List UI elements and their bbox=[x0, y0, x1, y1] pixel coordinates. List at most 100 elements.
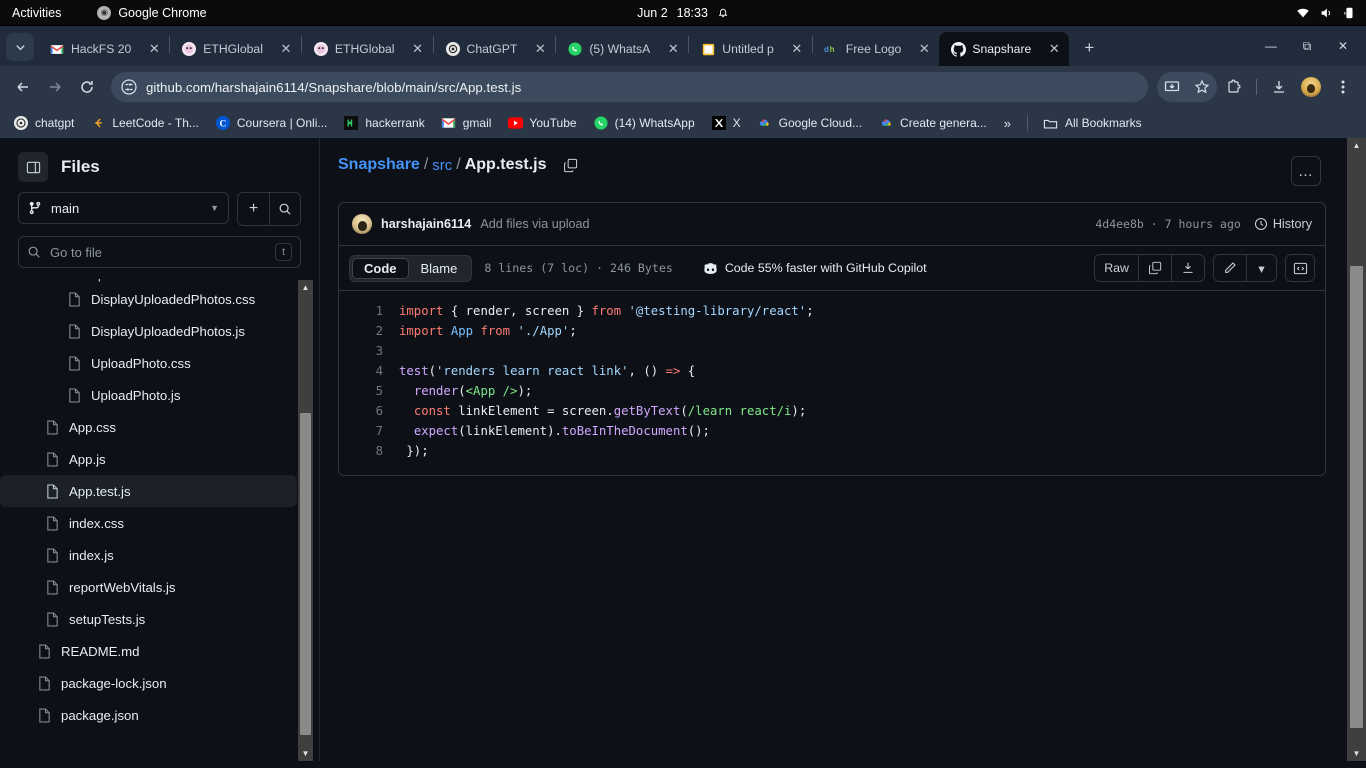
download-icon[interactable] bbox=[1171, 255, 1204, 281]
tab-title: Untitled p bbox=[722, 42, 774, 56]
raw-button[interactable]: Raw bbox=[1095, 255, 1138, 281]
avatar[interactable] bbox=[352, 214, 372, 234]
copy-icon[interactable] bbox=[563, 158, 578, 173]
tree-row[interactable]: App.css bbox=[0, 411, 319, 443]
tab-close-icon[interactable]: ✕ bbox=[915, 40, 933, 58]
sidebar-scrollbar[interactable]: ▲ ▼ bbox=[298, 280, 313, 761]
window-maximize-button[interactable]: ⧉ bbox=[1290, 33, 1324, 59]
sidebar-scrollbar-thumb[interactable] bbox=[300, 413, 311, 735]
activities-button[interactable]: Activities bbox=[12, 6, 61, 20]
bookmark-google-cloud[interactable]: Google Cloud... bbox=[750, 112, 869, 134]
tree-row[interactable]: package.json bbox=[0, 699, 319, 731]
tab-search-button[interactable] bbox=[6, 33, 34, 61]
bookmark-whatsapp[interactable]: (14) WhatsApp bbox=[586, 112, 702, 134]
tab-code[interactable]: Code bbox=[352, 257, 409, 279]
browser-tab-6[interactable]: dh Free Logo ✕ bbox=[813, 32, 940, 66]
scroll-up-arrow-icon[interactable]: ▲ bbox=[1347, 138, 1366, 153]
reload-icon[interactable] bbox=[72, 72, 102, 102]
scroll-up-arrow-icon[interactable]: ▲ bbox=[298, 280, 313, 295]
tree-row[interactable]: App.js bbox=[0, 443, 319, 475]
line-number: 1 bbox=[375, 304, 383, 318]
window-close-button[interactable]: ✕ bbox=[1326, 33, 1360, 59]
tree-row-label: package-lock.json bbox=[61, 675, 167, 691]
page-scrollbar-thumb[interactable] bbox=[1350, 266, 1363, 728]
bookmark-gmail[interactable]: gmail bbox=[434, 112, 499, 134]
tree-row[interactable]: DisplayUploadedPhotos.css bbox=[0, 283, 319, 315]
tree-row[interactable]: DisplayUploadedPhotos.js bbox=[0, 315, 319, 347]
tab-close-icon[interactable]: ✕ bbox=[409, 40, 427, 58]
tree-row[interactable]: reportWebVitals.js bbox=[0, 571, 319, 603]
downloads-icon[interactable] bbox=[1264, 72, 1294, 102]
browser-tab-0[interactable]: HackFS 20 ✕ bbox=[38, 32, 169, 66]
new-tab-button[interactable]: + bbox=[1076, 35, 1102, 61]
tab-close-icon[interactable]: ✕ bbox=[664, 40, 682, 58]
address-bar[interactable]: github.com/harshajain6114/Snapshare/blob… bbox=[111, 72, 1148, 102]
tree-row[interactable]: README.md bbox=[0, 635, 319, 667]
tab-close-icon[interactable]: ✕ bbox=[531, 40, 549, 58]
extensions-icon[interactable] bbox=[1219, 72, 1249, 102]
bookmark-hackerrank[interactable]: hackerrank bbox=[336, 112, 431, 134]
page-scrollbar[interactable]: ▲ ▼ bbox=[1347, 138, 1366, 761]
os-clock[interactable]: Jun 2 18:33 bbox=[637, 6, 729, 20]
history-button[interactable]: History bbox=[1254, 217, 1312, 231]
breadcrumb-dir[interactable]: src bbox=[432, 157, 452, 174]
bookmark-create-generative[interactable]: Create genera... bbox=[871, 112, 994, 134]
bookmark-label: Coursera | Onli... bbox=[236, 116, 328, 130]
search-icon[interactable] bbox=[269, 193, 300, 225]
browser-tab-5[interactable]: Untitled p ✕ bbox=[689, 32, 812, 66]
code-content[interactable]: 1 import { render, screen } from '@testin… bbox=[339, 291, 1325, 475]
tree-row[interactable]: setupTests.js bbox=[0, 603, 319, 635]
tab-close-icon[interactable]: ✕ bbox=[1045, 40, 1063, 58]
bookmark-youtube[interactable]: YouTube bbox=[500, 112, 583, 134]
all-bookmarks-button[interactable]: All Bookmarks bbox=[1036, 112, 1149, 134]
tree-row[interactable]: index.css bbox=[0, 507, 319, 539]
bookmark-chatgpt[interactable]: chatgpt bbox=[6, 112, 81, 134]
more-options-button[interactable]: … bbox=[1291, 156, 1321, 186]
window-minimize-button[interactable]: — bbox=[1254, 33, 1288, 59]
copy-raw-icon[interactable] bbox=[1138, 255, 1171, 281]
tree-row-selected[interactable]: App.test.js bbox=[0, 475, 297, 507]
file-icon bbox=[66, 387, 82, 403]
tab-blame[interactable]: Blame bbox=[409, 258, 470, 279]
commit-author[interactable]: harshajain6114 bbox=[381, 217, 471, 231]
os-status-icons[interactable] bbox=[1296, 6, 1356, 20]
browser-tab-3[interactable]: ChatGPT ✕ bbox=[434, 32, 556, 66]
scroll-down-arrow-icon[interactable]: ▼ bbox=[1347, 746, 1366, 761]
active-app-indicator[interactable]: ◉ Google Chrome bbox=[97, 5, 207, 20]
browser-tab-2[interactable]: ETHGlobal ✕ bbox=[302, 32, 433, 66]
commit-sha-and-time[interactable]: 4d4ee8b · 7 hours ago bbox=[1095, 217, 1240, 231]
pencil-icon[interactable] bbox=[1214, 255, 1246, 281]
site-settings-icon[interactable] bbox=[121, 79, 137, 95]
edit-caret-icon[interactable]: ▾ bbox=[1246, 255, 1276, 281]
install-icon[interactable] bbox=[1157, 72, 1187, 102]
scroll-down-arrow-icon[interactable]: ▼ bbox=[298, 746, 313, 761]
breadcrumb-repo[interactable]: Snapshare bbox=[338, 156, 420, 174]
commit-message[interactable]: Add files via upload bbox=[480, 217, 589, 231]
tree-row[interactable]: package-lock.json bbox=[0, 667, 319, 699]
gmail-icon bbox=[49, 41, 65, 57]
tree-row[interactable]: UploadPhoto.js bbox=[0, 379, 319, 411]
sidebar-toggle-icon[interactable] bbox=[18, 152, 48, 182]
add-file-button[interactable]: + bbox=[238, 193, 269, 225]
bookmark-coursera[interactable]: C Coursera | Onli... bbox=[208, 112, 334, 134]
tab-close-icon[interactable]: ✕ bbox=[145, 40, 163, 58]
copilot-promo[interactable]: Code 55% faster with GitHub Copilot bbox=[703, 261, 927, 276]
tab-close-icon[interactable]: ✕ bbox=[277, 40, 295, 58]
go-to-file-input[interactable]: Go to file t bbox=[18, 236, 301, 268]
tree-row[interactable]: index.js bbox=[0, 539, 319, 571]
forward-icon[interactable] bbox=[40, 72, 70, 102]
browser-tab-7-active[interactable]: Snapshare ✕ bbox=[939, 32, 1070, 66]
browser-tab-1[interactable]: ETHGlobal ✕ bbox=[170, 32, 301, 66]
tab-close-icon[interactable]: ✕ bbox=[788, 40, 806, 58]
bookmarks-overflow-button[interactable]: » bbox=[996, 113, 1019, 134]
tree-row[interactable]: UploadPhoto.css bbox=[0, 347, 319, 379]
browser-tab-4[interactable]: (5) WhatsA ✕ bbox=[556, 32, 688, 66]
profile-avatar[interactable] bbox=[1296, 72, 1326, 102]
branch-selector[interactable]: main ▼ bbox=[18, 192, 229, 224]
bookmark-leetcode[interactable]: LeetCode - Th... bbox=[83, 112, 206, 134]
bookmark-star-icon[interactable] bbox=[1187, 72, 1217, 102]
code-brackets-icon[interactable] bbox=[1285, 254, 1315, 282]
back-icon[interactable] bbox=[8, 72, 38, 102]
chrome-menu-icon[interactable] bbox=[1328, 72, 1358, 102]
bookmark-x[interactable]: X bbox=[704, 112, 748, 134]
